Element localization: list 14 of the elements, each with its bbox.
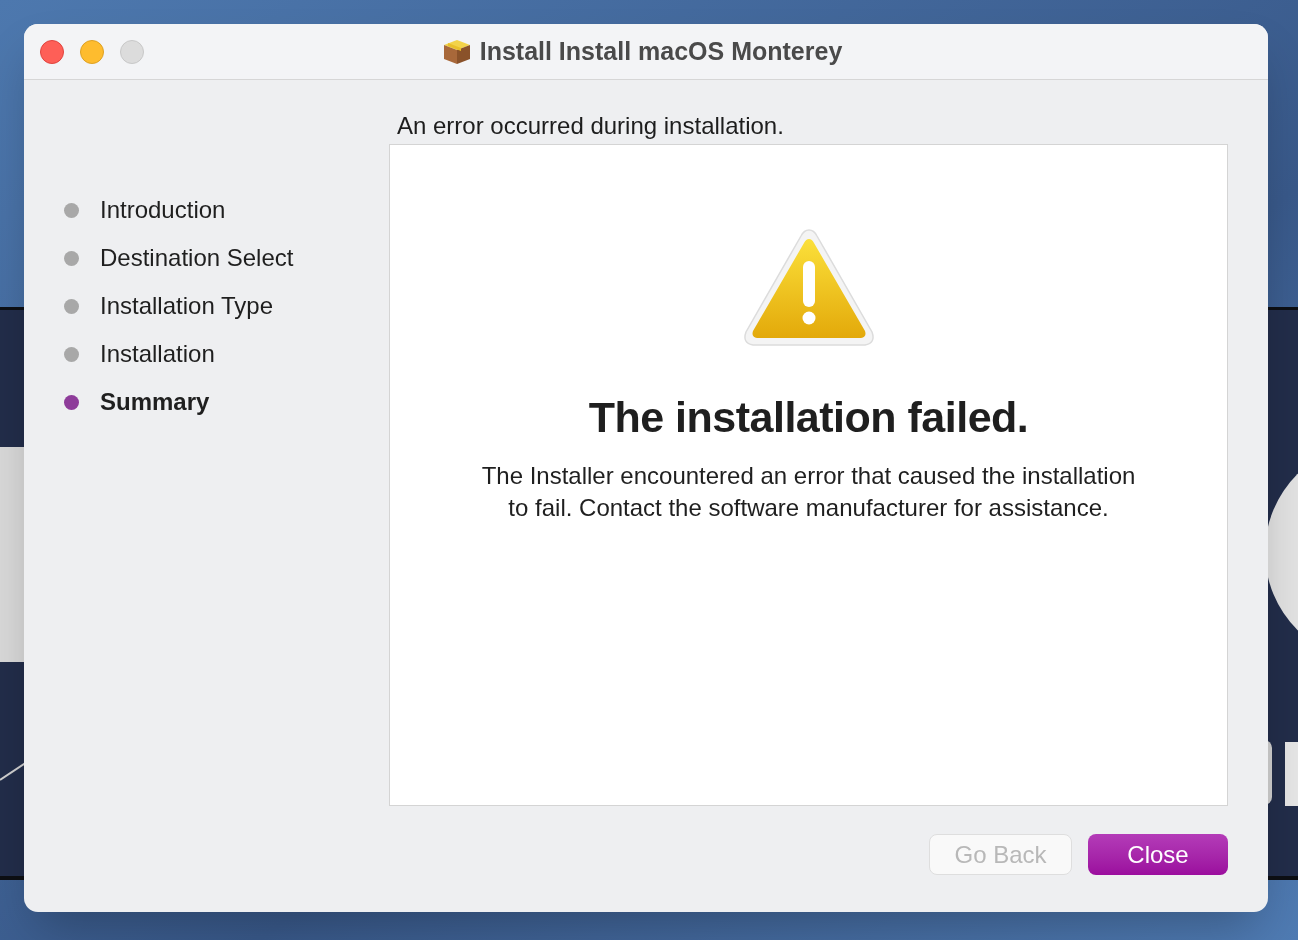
package-icon — [441, 37, 472, 66]
step-label: Introduction — [100, 195, 226, 225]
failure-title: The installation failed. — [588, 392, 1029, 443]
close-button[interactable]: Close — [1088, 834, 1228, 875]
zoom-window-button[interactable] — [120, 40, 144, 64]
status-heading: An error occurred during installation. — [397, 111, 785, 141]
step-label: Destination Select — [100, 243, 294, 273]
step-label: Summary — [100, 387, 210, 417]
failure-message: The Installer encountered an error that caused the installation to fail. Contact the software manufacturer for assistance. — [480, 460, 1137, 523]
close-window-button[interactable] — [40, 40, 64, 64]
step-label: Installation Type — [100, 291, 273, 321]
window-title: Install Install macOS Monterey — [479, 35, 843, 67]
minimize-window-button[interactable] — [80, 40, 104, 64]
step-label: Installation — [100, 339, 215, 369]
